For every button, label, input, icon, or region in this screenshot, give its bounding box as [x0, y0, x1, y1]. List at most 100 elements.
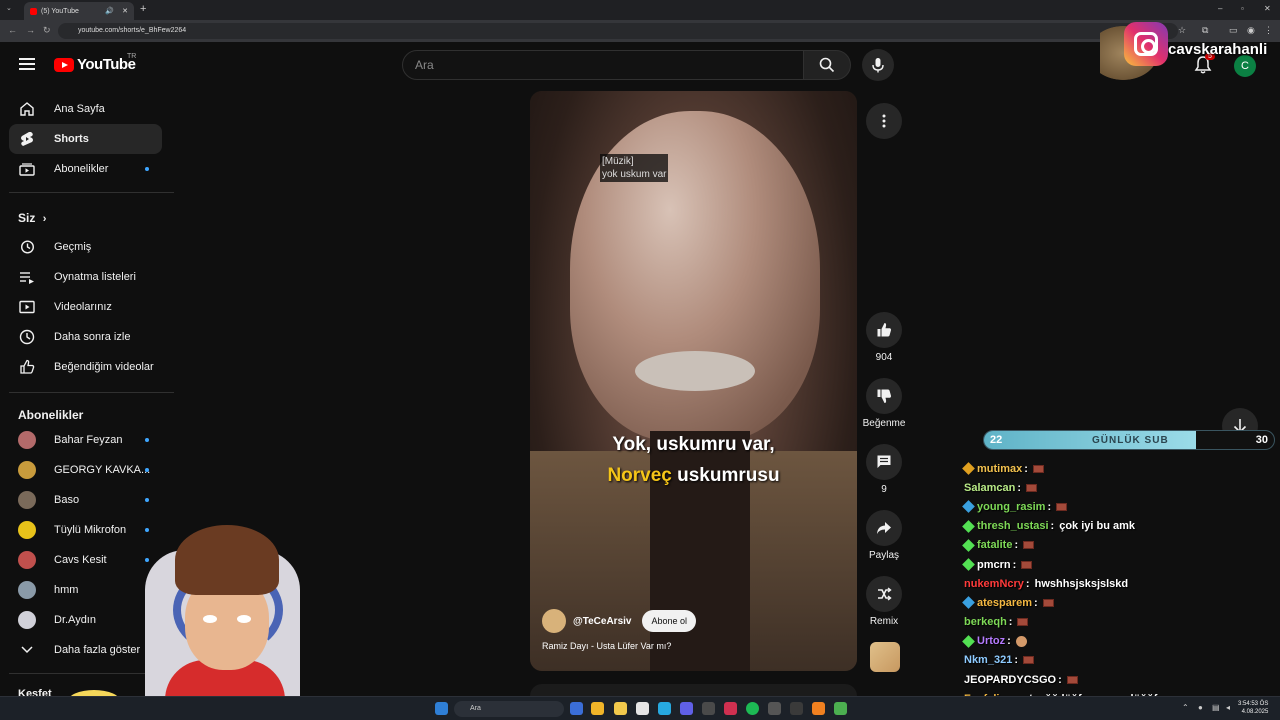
- browser-tab[interactable]: (5) YouTube 🔊 ✕: [24, 2, 134, 20]
- taskbar-app-icon[interactable]: [724, 702, 737, 715]
- channel-avatar: [18, 461, 36, 479]
- voice-search-button[interactable]: [862, 49, 894, 81]
- sidebar-item-label: Abonelikler: [54, 163, 109, 175]
- search-input[interactable]: Ara: [402, 50, 804, 80]
- tray-volume-icon[interactable]: ◂: [1226, 703, 1230, 712]
- taskbar-app-icon[interactable]: [790, 702, 803, 715]
- comments-button[interactable]: [866, 444, 902, 480]
- url-field[interactable]: youtube.com/shorts/e_BhFew2264: [58, 23, 1178, 39]
- chevron-right-icon: ›: [42, 213, 47, 225]
- cc-line-1: [Müzik]: [602, 156, 634, 167]
- chat-message: Nkm_321 :: [964, 651, 1280, 670]
- chat-badge-icon: [962, 500, 975, 514]
- remix-button[interactable]: [866, 576, 902, 612]
- discord-icon[interactable]: [680, 702, 693, 715]
- chat-message: young_rasim :: [962, 497, 1280, 516]
- shorts-video-player[interactable]: [Müzik] yok uskum var Yok, uskumru var, …: [530, 91, 857, 671]
- notepad-icon[interactable]: [636, 702, 649, 715]
- daily-sub-goal-bar: 22 GÜNLÜK SUB 30: [983, 430, 1275, 450]
- sub-goal-label: GÜNLÜK SUB: [1092, 435, 1169, 446]
- channel-avatar: [18, 551, 36, 569]
- taskbar-app-icon[interactable]: [812, 702, 825, 715]
- sidebar-subscription-item[interactable]: Tüylü Mikrofon: [9, 515, 162, 545]
- brick-emote-icon: [1032, 464, 1044, 473]
- address-bar-row: ← → ↻ youtube.com/shorts/e_BhFew2264 ☆ ⧉…: [0, 20, 1280, 42]
- audio-icon[interactable]: 🔊: [105, 7, 114, 15]
- new-tab-button[interactable]: +: [140, 3, 146, 15]
- sidebar-item-label: Bahar Feyzan: [54, 434, 123, 446]
- comment-count: 9: [881, 484, 887, 495]
- minimize-button[interactable]: –: [1218, 4, 1222, 13]
- sidebar-item-playlists[interactable]: Oynatma listeleri: [9, 262, 162, 292]
- tab-search-icon[interactable]: ⌄: [6, 4, 12, 12]
- brick-emote-icon: [1021, 560, 1033, 569]
- file-explorer-icon[interactable]: [614, 702, 627, 715]
- sidebar-item-label: Tüylü Mikrofon: [54, 524, 127, 536]
- sidebar-you-heading[interactable]: Siz ›: [18, 211, 46, 225]
- tray-network-icon[interactable]: ▤: [1212, 703, 1220, 712]
- sidebar-item-liked-videos[interactable]: Beğendiğim videolar: [9, 352, 162, 382]
- taskbar-search[interactable]: Ara: [454, 701, 564, 717]
- sidebar-subscription-item[interactable]: GEORGY KAVKA...: [9, 455, 162, 485]
- maximize-button[interactable]: ▫: [1241, 4, 1244, 13]
- tray-mic-icon[interactable]: ●: [1198, 703, 1203, 712]
- like-button[interactable]: [866, 312, 902, 348]
- audio-source-thumbnail[interactable]: [870, 642, 900, 672]
- share-button[interactable]: [866, 510, 902, 546]
- sidebar-item-label: hmm: [54, 584, 79, 596]
- show-more-button[interactable]: Daha fazla göster: [9, 635, 162, 665]
- chrome-icon[interactable]: [591, 702, 604, 715]
- video-title[interactable]: Ramiz Dayı - Usta Lüfer Var mı?: [542, 641, 671, 651]
- sidebar-subscription-item[interactable]: hmm: [9, 575, 162, 605]
- clock-time: 3:54:53 ÖS: [1238, 701, 1269, 707]
- dislike-button[interactable]: [866, 378, 902, 414]
- channel-name[interactable]: @TeCeArsiv: [573, 616, 631, 627]
- chat-badge-icon: [962, 538, 975, 552]
- sidebar-subscription-item[interactable]: Bahar Feyzan: [9, 425, 162, 455]
- instagram-handle: cavskarahanli: [1168, 41, 1268, 58]
- sidebar-item-watch-later[interactable]: Daha sonra izle: [9, 322, 162, 352]
- windows-start-icon[interactable]: [435, 702, 448, 715]
- sidebar-item-your-videos[interactable]: Videolarınız: [9, 292, 162, 322]
- comment-icon: [877, 455, 891, 468]
- edge-icon[interactable]: [658, 702, 671, 715]
- region-code: TR: [127, 53, 137, 60]
- sidebar-subscription-item[interactable]: Cavs Kesit: [9, 545, 162, 575]
- sidebar-divider: [9, 192, 174, 193]
- sub-goal-current: 22: [990, 434, 1003, 446]
- subscribe-button[interactable]: Abone ol: [642, 610, 697, 632]
- clock-icon: [18, 328, 36, 346]
- sidebar-item-label: Dr.Aydın: [54, 614, 96, 626]
- obs-icon[interactable]: [768, 702, 781, 715]
- sidebar-subscription-item[interactable]: Dr.Aydın: [9, 605, 162, 635]
- remix-icon: [878, 587, 892, 601]
- sidebar-item-label: Shorts: [54, 133, 89, 145]
- taskbar-app-icon[interactable]: [834, 702, 847, 715]
- close-tab-icon[interactable]: ✕: [122, 7, 128, 15]
- instagram-icon: [1124, 22, 1168, 66]
- forward-icon[interactable]: →: [26, 25, 35, 35]
- more-options-button[interactable]: [866, 103, 902, 139]
- spotify-icon[interactable]: [746, 702, 759, 715]
- brick-emote-icon: [1066, 675, 1078, 684]
- back-icon[interactable]: ←: [8, 25, 17, 35]
- sidebar-item-home[interactable]: Ana Sayfa: [9, 94, 162, 124]
- close-window-button[interactable]: ✕: [1264, 4, 1271, 13]
- sidebar-item-shorts[interactable]: Shorts: [9, 124, 162, 154]
- taskbar-clock[interactable]: 3:54:53 ÖS 4.08.2025: [1238, 700, 1268, 716]
- sidebar-subscription-item[interactable]: Baso: [9, 485, 162, 515]
- search-button[interactable]: [803, 50, 851, 80]
- menu-hamburger-icon[interactable]: [19, 58, 35, 70]
- youtube-logo[interactable]: YouTube TR: [54, 53, 137, 73]
- sidebar-item-history[interactable]: Geçmiş: [9, 232, 162, 262]
- chat-username: atesparem: [977, 596, 1033, 609]
- chevron-down-icon: [18, 641, 36, 659]
- taskbar-app-icon[interactable]: [702, 702, 715, 715]
- channel-avatar[interactable]: [542, 609, 566, 633]
- stream-chat-overlay: mutimax : Salamcan : young_rasim : thresh_u…: [962, 459, 1280, 708]
- chat-username: thresh_ustasi: [977, 520, 1049, 533]
- sidebar-item-subscriptions[interactable]: Abonelikler: [9, 154, 162, 184]
- taskbar-app-icon[interactable]: [570, 702, 583, 715]
- reload-icon[interactable]: ↻: [43, 25, 51, 36]
- tray-chevron-up-icon[interactable]: ⌃: [1182, 703, 1189, 712]
